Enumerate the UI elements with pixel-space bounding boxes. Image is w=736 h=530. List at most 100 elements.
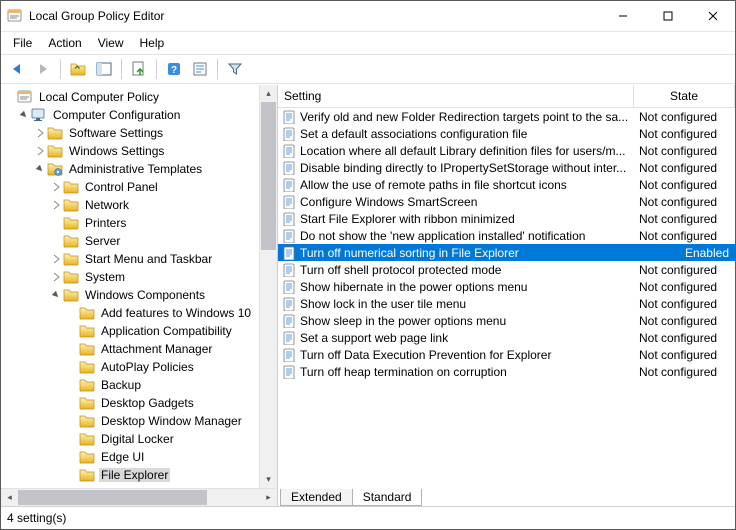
scroll-left-icon[interactable]: ◂: [1, 489, 18, 506]
tree-server[interactable]: Server: [1, 232, 259, 250]
list-item[interactable]: Disable binding directly to IPropertySet…: [278, 159, 735, 176]
minimize-button[interactable]: [600, 2, 645, 31]
tree-pane: Local Computer Policy Computer Configura…: [1, 85, 278, 506]
policy-icon: [282, 212, 296, 226]
menu-action[interactable]: Action: [40, 34, 89, 52]
scroll-up-icon[interactable]: ▴: [260, 85, 277, 102]
list-item[interactable]: Turn off shell protocol protected modeNo…: [278, 261, 735, 278]
toolbar-separator: [60, 59, 61, 79]
toolbar: ?: [1, 54, 735, 84]
list-item[interactable]: Set a support web page linkNot configure…: [278, 329, 735, 346]
export-button[interactable]: [127, 57, 151, 81]
list-item[interactable]: Start File Explorer with ribbon minimize…: [278, 210, 735, 227]
policy-icon: [282, 297, 296, 311]
tree-network[interactable]: Network: [1, 196, 259, 214]
tree-windows-components[interactable]: Windows Components: [1, 286, 259, 304]
properties-button[interactable]: [188, 57, 212, 81]
filter-button[interactable]: [223, 57, 247, 81]
close-button[interactable]: [690, 2, 735, 31]
list-item[interactable]: Allow the use of remote paths in file sh…: [278, 176, 735, 193]
toolbar-separator: [156, 59, 157, 79]
tree-item[interactable]: Add features to Windows 10: [1, 304, 259, 322]
scroll-thumb[interactable]: [18, 490, 207, 505]
chevron-down-icon[interactable]: [49, 290, 63, 300]
list-item[interactable]: Configure Windows SmartScreenNot configu…: [278, 193, 735, 210]
policy-icon: [282, 127, 296, 141]
tree-item[interactable]: Desktop Window Manager: [1, 412, 259, 430]
tree-root[interactable]: Local Computer Policy: [1, 88, 259, 106]
tree-item[interactable]: AutoPlay Policies: [1, 358, 259, 376]
chevron-down-icon[interactable]: [33, 164, 47, 174]
menu-help[interactable]: Help: [132, 34, 173, 52]
policy-icon: [282, 365, 296, 379]
policy-icon: [282, 246, 296, 260]
tree-scrollbar-vertical[interactable]: ▴ ▾: [259, 85, 277, 488]
details-pane: Setting State Verify old and new Folder …: [278, 85, 735, 506]
chevron-right-icon[interactable]: [49, 200, 63, 210]
show-hide-tree-button[interactable]: [92, 57, 116, 81]
tree-scroll[interactable]: Local Computer Policy Computer Configura…: [1, 85, 259, 488]
policy-icon: [282, 331, 296, 345]
tree-computer-configuration[interactable]: Computer Configuration: [1, 106, 259, 124]
tree-windows-settings[interactable]: Windows Settings: [1, 142, 259, 160]
list-item[interactable]: Show sleep in the power options menuNot …: [278, 312, 735, 329]
toolbar-separator: [121, 59, 122, 79]
tree-scrollbar-horizontal[interactable]: ◂ ▸: [1, 488, 277, 506]
forward-button[interactable]: [31, 57, 55, 81]
chevron-right-icon[interactable]: [49, 182, 63, 192]
titlebar: Local Group Policy Editor: [1, 1, 735, 32]
policy-icon: [282, 348, 296, 362]
tree-system[interactable]: System: [1, 268, 259, 286]
chevron-right-icon[interactable]: [49, 272, 63, 282]
tree-item[interactable]: Application Compatibility: [1, 322, 259, 340]
statusbar: 4 setting(s): [1, 506, 735, 529]
tab-standard[interactable]: Standard: [352, 489, 423, 506]
tree-admin-templates[interactable]: Administrative Templates: [1, 160, 259, 178]
list-item[interactable]: Do not show the 'new application install…: [278, 227, 735, 244]
status-text: 4 setting(s): [7, 511, 66, 525]
policy-icon: [282, 110, 296, 124]
tree-item[interactable]: Backup: [1, 376, 259, 394]
chevron-right-icon[interactable]: [33, 146, 47, 156]
column-setting[interactable]: Setting: [278, 85, 634, 107]
tree-item[interactable]: Digital Locker: [1, 430, 259, 448]
tab-extended[interactable]: Extended: [280, 489, 353, 506]
view-tabs: Extended Standard: [278, 485, 735, 506]
list-item[interactable]: Show lock in the user tile menuNot confi…: [278, 295, 735, 312]
scroll-down-icon[interactable]: ▾: [260, 471, 277, 488]
tree-printers[interactable]: Printers: [1, 214, 259, 232]
back-button[interactable]: [5, 57, 29, 81]
chevron-right-icon[interactable]: [33, 128, 47, 138]
chevron-down-icon[interactable]: [17, 110, 31, 120]
list-item[interactable]: Turn off heap termination on corruptionN…: [278, 363, 735, 380]
list-body: Verify old and new Folder Redirection ta…: [278, 108, 735, 485]
list-item-selected[interactable]: Turn off numerical sorting in File Explo…: [278, 244, 735, 261]
help-button[interactable]: ?: [162, 57, 186, 81]
toolbar-separator: [217, 59, 218, 79]
svg-text:?: ?: [171, 65, 177, 76]
list-item[interactable]: Set a default associations configuration…: [278, 125, 735, 142]
policy-icon: [282, 314, 296, 328]
list-item[interactable]: Verify old and new Folder Redirection ta…: [278, 108, 735, 125]
menu-view[interactable]: View: [90, 34, 132, 52]
scroll-right-icon[interactable]: ▸: [260, 489, 277, 506]
tree-start-menu[interactable]: Start Menu and Taskbar: [1, 250, 259, 268]
maximize-button[interactable]: [645, 2, 690, 31]
menu-file[interactable]: File: [5, 34, 40, 52]
policy-icon: [282, 178, 296, 192]
tree-item[interactable]: Edge UI: [1, 448, 259, 466]
tree-control-panel[interactable]: Control Panel: [1, 178, 259, 196]
tree-file-explorer[interactable]: File Explorer: [1, 466, 259, 484]
up-button[interactable]: [66, 57, 90, 81]
list-item[interactable]: Location where all default Library defin…: [278, 142, 735, 159]
tree-item[interactable]: Desktop Gadgets: [1, 394, 259, 412]
tree-item[interactable]: Attachment Manager: [1, 340, 259, 358]
chevron-right-icon[interactable]: [49, 254, 63, 264]
column-state[interactable]: State: [634, 85, 735, 107]
list-item[interactable]: Show hibernate in the power options menu…: [278, 278, 735, 295]
list-item[interactable]: Turn off Data Execution Prevention for E…: [278, 346, 735, 363]
list-header: Setting State: [278, 85, 735, 108]
scroll-thumb[interactable]: [261, 102, 276, 250]
app-icon: [7, 8, 23, 24]
tree-software-settings[interactable]: Software Settings: [1, 124, 259, 142]
